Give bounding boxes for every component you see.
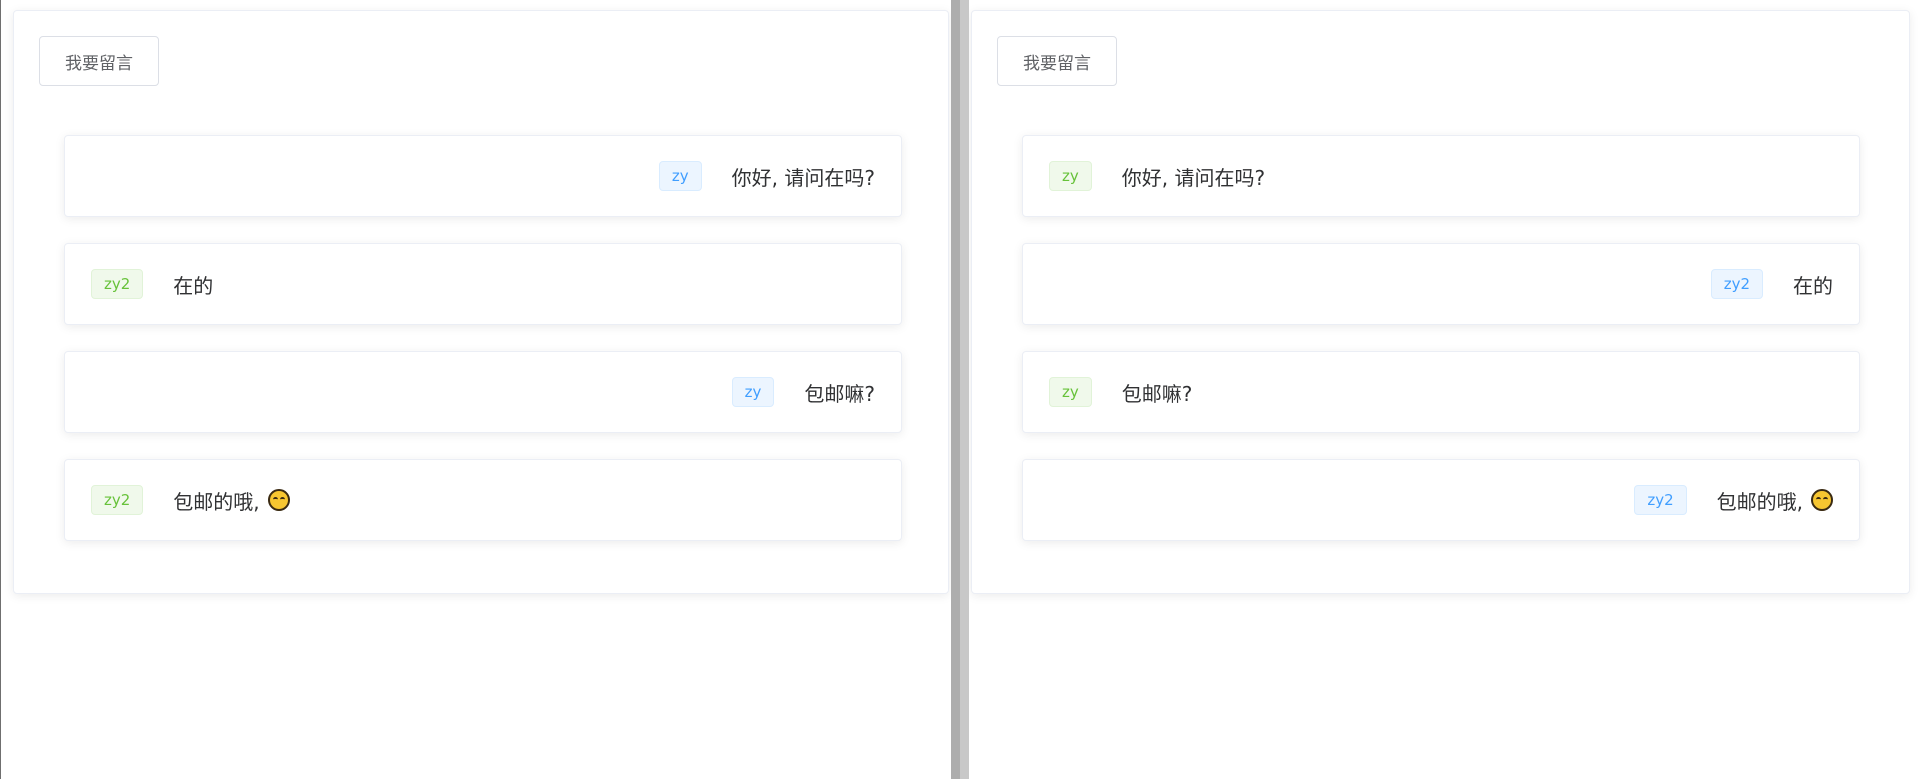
- right-chat-pane: 我要留言 zy 你好, 请问在吗? zy2 在的 zy 包邮嘛? zy2 包邮的…: [969, 0, 1920, 779]
- message-text-content: 包邮的哦,: [1716, 489, 1803, 514]
- user-tag: zy: [1049, 377, 1092, 407]
- user-tag: zy: [658, 161, 702, 191]
- message-card: zy2 在的: [1022, 243, 1860, 325]
- message-card: zy2 在的: [64, 243, 902, 325]
- message-text-content: 包邮的哦,: [173, 489, 260, 514]
- splitter-gap: [960, 0, 969, 779]
- user-tag: zy2: [91, 269, 144, 299]
- message-text: 你好, 请问在吗?: [731, 165, 875, 190]
- message-text: 在的: [173, 273, 214, 298]
- message-board-panel: 我要留言 zy 你好, 请问在吗? zy2 在的 zy 包邮嘛? zy2 包邮的…: [13, 10, 949, 594]
- message-text: 在的: [1793, 273, 1833, 298]
- user-tag: zy: [731, 377, 775, 407]
- message-board-panel: 我要留言 zy 你好, 请问在吗? zy2 在的 zy 包邮嘛? zy2 包邮的…: [971, 10, 1910, 594]
- message-card: zy 你好, 请问在吗?: [1022, 135, 1860, 217]
- message-text: 包邮的哦,: [173, 486, 290, 515]
- message-text: 包邮嘛?: [804, 381, 875, 406]
- message-text: 你好, 请问在吗?: [1121, 165, 1266, 190]
- user-tag: zy2: [1710, 269, 1763, 299]
- message-card: zy2 包邮的哦,: [64, 459, 902, 541]
- smiling-face-icon: [267, 489, 290, 511]
- user-tag: zy: [1049, 161, 1092, 191]
- leave-message-button[interactable]: 我要留言: [39, 36, 159, 86]
- user-tag: zy2: [1634, 485, 1687, 515]
- message-text: 包邮的哦,: [1717, 486, 1833, 515]
- message-list: zy 你好, 请问在吗? zy2 在的 zy 包邮嘛? zy2 包邮的哦,: [1022, 135, 1860, 567]
- message-list: zy 你好, 请问在吗? zy2 在的 zy 包邮嘛? zy2 包邮的哦,: [64, 135, 902, 567]
- pane-splitter[interactable]: [951, 0, 969, 779]
- message-card: zy2 包邮的哦,: [1022, 459, 1860, 541]
- user-tag: zy2: [91, 485, 144, 515]
- message-card: zy 包邮嘛?: [64, 351, 902, 433]
- splitter-bar[interactable]: [951, 0, 960, 779]
- message-card: zy 包邮嘛?: [1022, 351, 1860, 433]
- left-chat-pane: 我要留言 zy 你好, 请问在吗? zy2 在的 zy 包邮嘛? zy2 包邮的…: [0, 0, 951, 779]
- smiling-face-icon: [1811, 489, 1833, 511]
- leave-message-button[interactable]: 我要留言: [997, 36, 1117, 86]
- message-card: zy 你好, 请问在吗?: [64, 135, 902, 217]
- message-text: 包邮嘛?: [1121, 381, 1193, 406]
